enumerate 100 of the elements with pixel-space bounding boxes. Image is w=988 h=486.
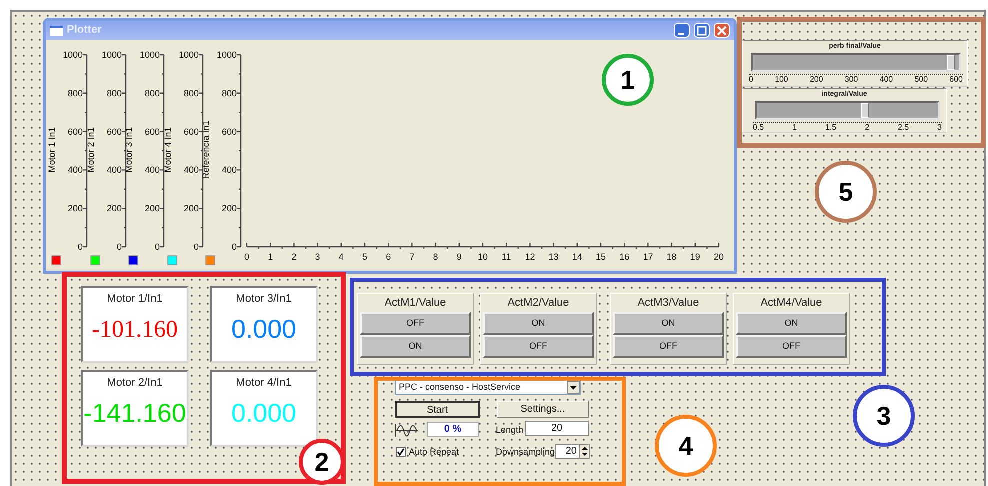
- tick-label: 600: [184, 126, 199, 137]
- close-icon: [717, 26, 727, 36]
- minimize-icon: [678, 32, 684, 34]
- tick-label: 600: [950, 75, 963, 84]
- tick-label: 800: [68, 88, 83, 98]
- tick-label: 400: [68, 165, 83, 176]
- group-label: ActM4/Value: [760, 296, 824, 311]
- switch-button[interactable]: OFF: [360, 312, 471, 335]
- tick-label: 9: [456, 252, 462, 262]
- tick-label: 2: [292, 252, 297, 262]
- tick-label: 1000: [216, 50, 237, 60]
- tick-label: 400: [184, 165, 199, 176]
- caret-icon: [567, 381, 580, 394]
- tick-label: 0: [154, 242, 160, 252]
- tick-label: 8: [433, 252, 438, 262]
- tick-label: 3: [315, 252, 320, 262]
- tick-label: 400: [144, 165, 160, 176]
- tick-label: 1: [268, 252, 274, 262]
- group-label: ActM1/Value: [384, 296, 448, 311]
- tick-label: 1000: [102, 50, 122, 60]
- axis-label: Motor 1 In1: [47, 127, 57, 173]
- spin-arrows-icon: [579, 445, 589, 458]
- tick-label: 17: [643, 252, 654, 262]
- display-value: -141.160: [84, 400, 186, 426]
- tick-label: 0: [749, 75, 754, 84]
- progress-field: 0 %: [427, 422, 479, 437]
- tick-label: 100: [775, 75, 788, 84]
- length-field[interactable]: 20: [525, 421, 589, 436]
- tick-label: 400: [222, 165, 237, 176]
- maximize-button[interactable]: [694, 23, 710, 38]
- spinner-value: 20: [564, 445, 578, 459]
- tick-label: 1000: [62, 50, 83, 60]
- tick-label: 200: [184, 204, 199, 214]
- tick-label: 800: [106, 88, 122, 98]
- tick-label: 600: [106, 126, 122, 137]
- tick-label: 400: [880, 75, 894, 84]
- tick-label: 10: [478, 252, 488, 262]
- tick-label: 800: [184, 88, 199, 98]
- tick-label: 0: [78, 242, 83, 252]
- tick-label: 600: [68, 126, 83, 137]
- tick-label: 18: [666, 252, 677, 262]
- slider-track[interactable]: [755, 101, 940, 120]
- display-value: 0.000: [231, 316, 297, 342]
- downsampling-label: Downsampling: [496, 446, 556, 459]
- display-label: Motor 4/In1: [236, 376, 292, 391]
- start-button[interactable]: Start: [395, 401, 480, 418]
- tick-label: 300: [844, 75, 858, 84]
- tick-label: 1: [792, 123, 798, 132]
- tick-label: 20: [714, 252, 724, 262]
- display-label: Motor 2/In1: [107, 376, 163, 391]
- tick-label: 800: [144, 88, 160, 98]
- switch-button[interactable]: ON: [483, 312, 594, 335]
- downsampling-spinner[interactable]: 20: [555, 444, 590, 459]
- tick-label: 200: [68, 204, 83, 214]
- minimize-button[interactable]: [674, 23, 690, 38]
- window-title: Plotter: [67, 23, 103, 38]
- tick-label: 14: [572, 252, 582, 262]
- checkbox-label: Auto Repeat: [409, 446, 460, 459]
- settings-button[interactable]: Settings...: [497, 401, 589, 418]
- length-label: Length: [496, 424, 524, 437]
- tick-label: 13: [548, 252, 559, 262]
- axis-label: Referencia In1: [201, 120, 211, 180]
- tick-label: 200: [810, 75, 824, 84]
- slider-track[interactable]: [751, 53, 961, 72]
- switch-button[interactable]: OFF: [613, 335, 724, 358]
- switch-button[interactable]: ON: [613, 312, 724, 335]
- axis-label: Motor 2 In1: [86, 127, 96, 173]
- tick-label: 0: [116, 242, 122, 252]
- display-value: -101.160: [92, 318, 178, 342]
- switch-button[interactable]: OFF: [736, 335, 847, 358]
- tick-label: 200: [144, 204, 160, 214]
- tick-label: 1000: [178, 50, 199, 60]
- service-dropdown[interactable]: PPC - consenso - HostService: [395, 380, 581, 395]
- slider-thumb[interactable]: [860, 103, 869, 118]
- axis-label: Motor 4 In1: [163, 127, 173, 173]
- close-button[interactable]: [714, 23, 730, 38]
- switch-button[interactable]: OFF: [483, 335, 594, 358]
- tick-label: 1.5: [825, 123, 837, 132]
- tick-label: 800: [222, 88, 237, 98]
- tick-label: 0.5: [753, 123, 764, 132]
- waveform-icon: [395, 422, 419, 438]
- tick-label: 2: [865, 123, 870, 132]
- display-label: Motor 3/In1: [236, 292, 292, 307]
- tick-label: 200: [106, 204, 122, 214]
- dropdown-value: PPC - consenso - HostService: [398, 380, 522, 394]
- tick-label: 11: [502, 252, 512, 262]
- auto-repeat-checkbox[interactable]: [396, 447, 406, 457]
- slider-thumb[interactable]: [947, 55, 956, 70]
- group-label: ActM2/Value: [506, 296, 570, 311]
- tick-label: 12: [525, 252, 536, 262]
- switch-button[interactable]: ON: [360, 335, 471, 358]
- tick-label: 0: [244, 252, 250, 262]
- tick-label: 3: [938, 123, 942, 132]
- display-label: Motor 1/In1: [107, 292, 163, 307]
- tick-label: 600: [144, 126, 160, 137]
- tick-label: 7: [410, 252, 415, 262]
- switch-button[interactable]: ON: [736, 312, 847, 335]
- tick-label: 16: [620, 252, 630, 262]
- display-value: 0.000: [231, 400, 297, 426]
- tick-label: 19: [690, 252, 700, 262]
